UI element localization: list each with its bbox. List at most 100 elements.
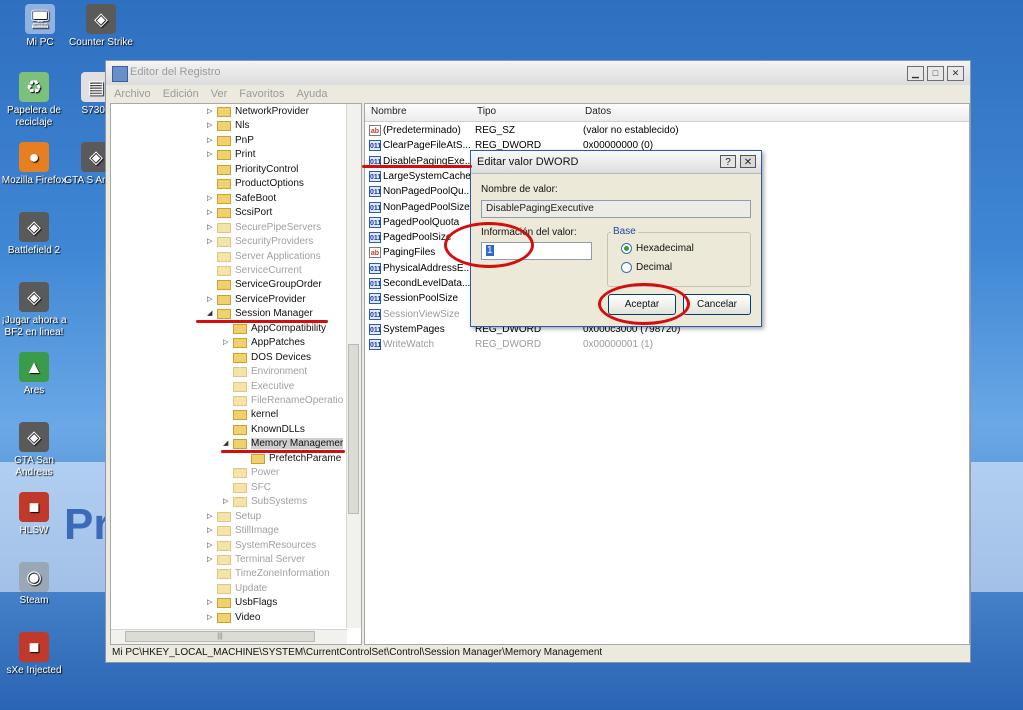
tree-node[interactable]: ▷ SecurityProviders bbox=[207, 235, 313, 249]
desktop-icon[interactable]: ◉ Steam bbox=[0, 562, 68, 607]
minimize-button[interactable]: ▁ bbox=[907, 66, 924, 81]
menu-archivo[interactable]: Archivo bbox=[114, 85, 151, 103]
tree-expander-icon[interactable]: ▷ bbox=[207, 134, 214, 148]
tree-expander-icon[interactable]: ▷ bbox=[207, 596, 214, 610]
tree-node[interactable]: Power bbox=[223, 466, 279, 480]
registry-tree[interactable]: ▷ NetworkProvider ▷ Nls ▷ PnP ▷ Print PriorityCo… bbox=[110, 103, 362, 645]
tree-expander-icon[interactable]: ▷ bbox=[207, 148, 214, 162]
menu-favoritos[interactable]: Favoritos bbox=[239, 85, 284, 103]
tree-node[interactable]: Update bbox=[207, 582, 267, 596]
desktop-icon[interactable]: ■ sXe Injected bbox=[0, 632, 68, 677]
tree-node[interactable]: Environment bbox=[223, 365, 307, 379]
tree-expander-icon[interactable]: ▷ bbox=[207, 235, 214, 249]
desktop-icon[interactable]: ◈ Counter Strike bbox=[67, 4, 135, 49]
tree-node[interactable]: kernel bbox=[223, 408, 278, 422]
menu-ver[interactable]: Ver bbox=[211, 85, 228, 103]
tree-node[interactable]: ▷ Setup bbox=[207, 510, 261, 524]
desktop-icon-label: Mi PC bbox=[26, 37, 54, 48]
tree-expander-icon[interactable]: ▷ bbox=[207, 539, 214, 553]
tree-node[interactable]: ▷ Video bbox=[207, 611, 260, 625]
tree-node[interactable]: FileRenameOperatio bbox=[223, 394, 343, 408]
dialog-titlebar[interactable]: Editar valor DWORD ? ✕ bbox=[471, 151, 761, 174]
folder-icon bbox=[233, 352, 247, 363]
tree-expander-icon[interactable]: ▷ bbox=[207, 611, 214, 625]
tree-node[interactable]: ▷ Nls bbox=[207, 119, 249, 133]
tree-node-label: SystemResources bbox=[235, 539, 317, 551]
desktop-icon[interactable]: ◈ GTA San Andreas bbox=[0, 422, 68, 479]
tree-node[interactable]: PrefetchParame bbox=[241, 452, 341, 466]
tree-node[interactable]: AppCompatibility bbox=[223, 322, 326, 336]
maximize-button[interactable]: □ bbox=[927, 66, 944, 81]
tree-horizontal-scrollbar[interactable]: ||| bbox=[111, 629, 347, 644]
col-nombre[interactable]: Nombre bbox=[371, 106, 407, 117]
tree-vertical-scrollbar[interactable] bbox=[346, 104, 361, 628]
tree-expander-icon[interactable]: ▷ bbox=[207, 105, 214, 119]
tree-node[interactable]: ▷ SubSystems bbox=[223, 495, 307, 509]
tree-node[interactable]: ▷ ServiceProvider bbox=[207, 293, 306, 307]
value-name: NonPagedPoolQu... bbox=[383, 186, 472, 198]
tree-node[interactable]: ▷ Print bbox=[207, 148, 256, 162]
desktop-icon[interactable]: ◈ ¡Jugar ahora a BF2 en linea! bbox=[0, 282, 68, 339]
tree-scroll-thumb[interactable] bbox=[348, 344, 359, 514]
tree-expander-icon[interactable]: ▷ bbox=[207, 221, 214, 235]
tree-expander-icon[interactable]: ▷ bbox=[207, 119, 214, 133]
tree-node[interactable]: DOS Devices bbox=[223, 351, 311, 365]
col-datos[interactable]: Datos bbox=[585, 106, 611, 117]
window-titlebar[interactable]: Editor del Registro ▁ □ ✕ bbox=[106, 61, 970, 86]
tree-node[interactable]: ▷ SystemResources bbox=[207, 539, 316, 553]
desktop-icon[interactable]: ▲ Ares bbox=[0, 352, 68, 397]
tree-expander-icon[interactable]: ◢ bbox=[223, 437, 230, 451]
tree-node[interactable]: ◢ Session Manager bbox=[207, 307, 313, 321]
list-row[interactable]: 011 WriteWatch REG_DWORD 0x00000001 (1) bbox=[365, 337, 969, 352]
hex-radio[interactable]: Hexadecimal bbox=[621, 243, 694, 254]
tree-node[interactable]: TimeZoneInformation bbox=[207, 567, 330, 581]
tree-node-label: Power bbox=[251, 467, 280, 479]
desktop-icon[interactable]: ♻ Papelera de reciclaje bbox=[0, 72, 68, 129]
tree-node[interactable]: ServiceGroupOrder bbox=[207, 278, 322, 292]
menu-edicion[interactable]: Edición bbox=[163, 85, 199, 103]
tree-node[interactable]: ▷ SecurePipeServers bbox=[207, 221, 321, 235]
col-tipo[interactable]: Tipo bbox=[477, 106, 496, 117]
folder-icon bbox=[233, 396, 247, 406]
tree-node[interactable]: ProductOptions bbox=[207, 177, 304, 191]
menu-ayuda[interactable]: Ayuda bbox=[297, 85, 328, 103]
desktop-icon[interactable]: ■ HLSW bbox=[0, 492, 68, 537]
desktop-icon[interactable]: 🖥 Mi PC bbox=[6, 4, 74, 49]
dialog-close-button[interactable]: ✕ bbox=[740, 155, 756, 168]
tree-node[interactable]: ◢ Memory Managemer bbox=[223, 437, 344, 451]
tree-node[interactable]: ▷ AppPatches bbox=[223, 336, 305, 350]
tree-expander-icon[interactable]: ▷ bbox=[207, 524, 214, 538]
help-button[interactable]: ? bbox=[720, 155, 736, 168]
tree-expander-icon[interactable]: ▷ bbox=[223, 336, 230, 350]
tree-node[interactable]: ▷ StillImage bbox=[207, 524, 279, 538]
close-button[interactable]: ✕ bbox=[947, 66, 964, 81]
tree-node[interactable]: ▷ SafeBoot bbox=[207, 192, 276, 206]
desktop-icon[interactable]: ◈ Battlefield 2 bbox=[0, 212, 68, 257]
tree-expander-icon[interactable]: ▷ bbox=[207, 206, 214, 220]
tree-node[interactable]: ▷ PnP bbox=[207, 134, 254, 148]
tree-expander-icon[interactable]: ▷ bbox=[207, 192, 214, 206]
value-data-input[interactable]: 1 bbox=[481, 242, 592, 260]
tree-node[interactable]: KnownDLLs bbox=[223, 423, 305, 437]
tree-expander-icon[interactable]: ▷ bbox=[207, 553, 214, 567]
tree-expander-icon[interactable]: ◢ bbox=[207, 307, 214, 321]
tree-expander-icon[interactable]: ▷ bbox=[223, 495, 230, 509]
tree-node[interactable]: ▷ ScsiPort bbox=[207, 206, 272, 220]
binary-value-icon: 011 bbox=[369, 232, 381, 244]
tree-hscroll-thumb[interactable]: ||| bbox=[125, 631, 315, 642]
tree-node[interactable]: ▷ NetworkProvider bbox=[207, 105, 309, 119]
tree-expander-icon[interactable]: ▷ bbox=[207, 293, 214, 307]
tree-node[interactable]: ServiceCurrent bbox=[207, 264, 302, 278]
tree-node[interactable]: SFC bbox=[223, 481, 271, 495]
tree-node[interactable]: Server Applications bbox=[207, 250, 321, 264]
tree-expander-icon[interactable]: ▷ bbox=[207, 510, 214, 524]
tree-node[interactable]: PriorityControl bbox=[207, 163, 298, 177]
cancel-button[interactable]: Cancelar bbox=[683, 294, 751, 315]
list-row[interactable]: ab (Predeterminado) REG_SZ (valor no establ… bbox=[365, 123, 969, 138]
tree-node[interactable]: ▷ UsbFlags bbox=[207, 596, 277, 610]
desktop-icon[interactable]: ● Mozilla Firefox bbox=[0, 142, 68, 187]
dec-radio[interactable]: Decimal bbox=[621, 262, 672, 273]
tree-node[interactable]: ▷ Terminal Server bbox=[207, 553, 305, 567]
ok-button[interactable]: Aceptar bbox=[608, 294, 676, 315]
tree-node[interactable]: Executive bbox=[223, 380, 294, 394]
